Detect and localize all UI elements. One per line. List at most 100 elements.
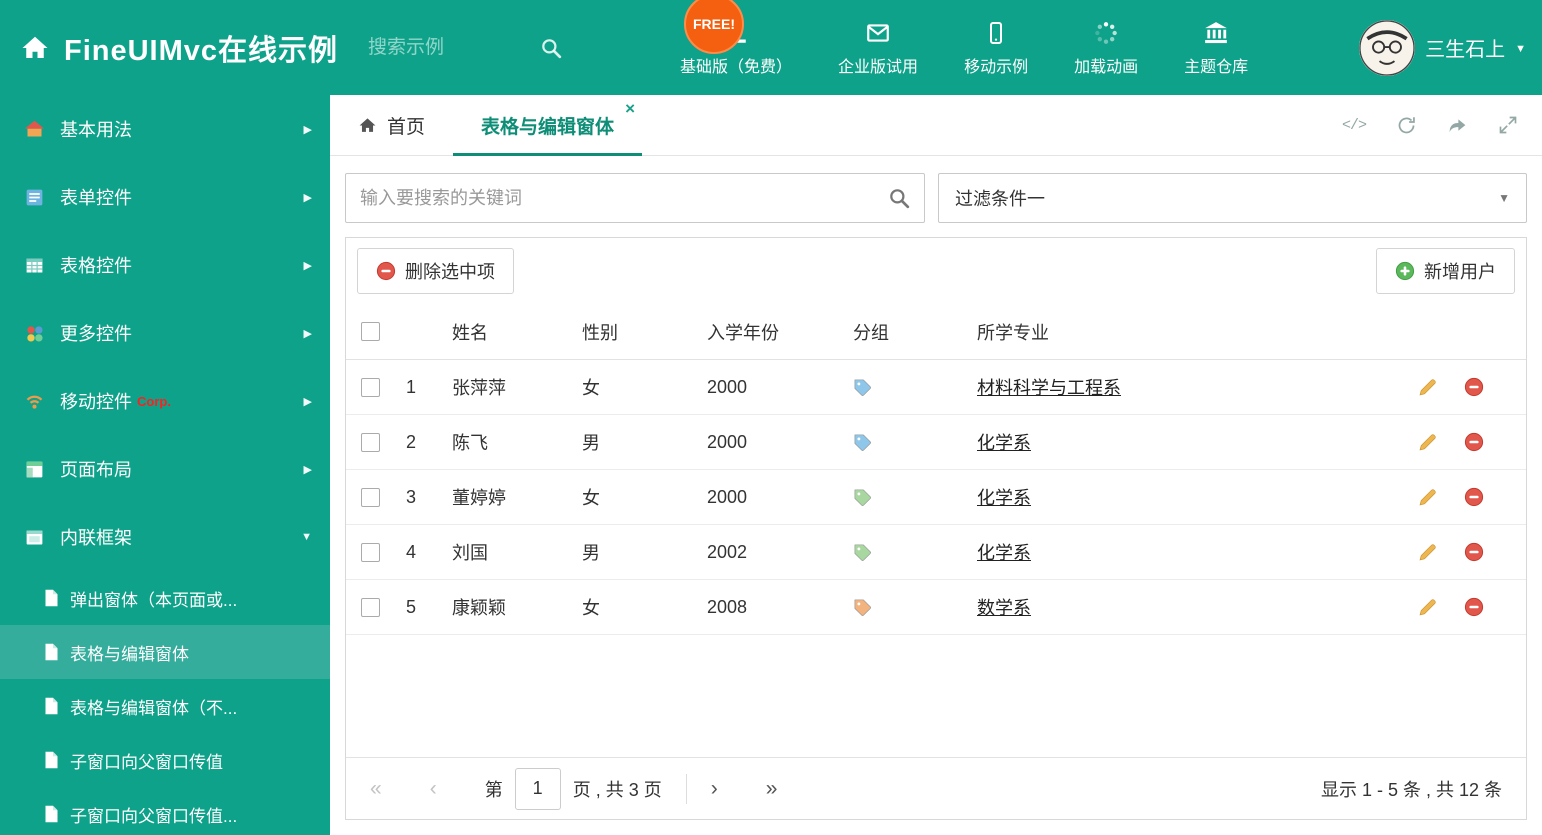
mobile-icon bbox=[24, 391, 52, 412]
chevron-right-icon: ▶ bbox=[303, 259, 312, 272]
chevron-right-icon: ▶ bbox=[303, 123, 312, 136]
sidebar-subitem-grid-edit-window[interactable]: 表格与编辑窗体 bbox=[0, 625, 330, 679]
delete-icon[interactable] bbox=[1464, 542, 1484, 562]
widgets-icon bbox=[24, 323, 52, 344]
sidebar-item-mobile-controls[interactable]: 移动控件 Corp. ▶ bbox=[0, 367, 330, 435]
page-prefix: 第 bbox=[484, 779, 503, 800]
sidebar-subitem-popup-window[interactable]: 弹出窗体（本页面或... bbox=[0, 571, 330, 625]
forward-icon[interactable] bbox=[1447, 115, 1468, 136]
delete-selected-button[interactable]: 删除选中项 bbox=[357, 248, 514, 294]
chevron-right-icon: ▶ bbox=[303, 463, 312, 476]
home-icon[interactable] bbox=[20, 33, 50, 63]
chevron-down-icon: ▼ bbox=[301, 531, 312, 543]
row-checkbox[interactable] bbox=[360, 542, 380, 562]
cell-gender: 男 bbox=[582, 543, 600, 563]
delete-icon[interactable] bbox=[1464, 432, 1484, 452]
cell-name: 陈飞 bbox=[452, 433, 488, 453]
chevron-right-icon: ▶ bbox=[303, 327, 312, 340]
col-header-major[interactable]: 所学专业 bbox=[977, 319, 1376, 345]
search-icon[interactable] bbox=[540, 37, 562, 59]
file-icon bbox=[44, 589, 59, 607]
sidebar-subitem-child-to-parent[interactable]: 子窗口向父窗口传值 bbox=[0, 733, 330, 787]
top-search[interactable] bbox=[368, 36, 580, 59]
sidebar-item-form-controls[interactable]: 表单控件 ▶ bbox=[0, 163, 330, 231]
major-link[interactable]: 材料科学与工程系 bbox=[977, 374, 1121, 400]
tab-grid-edit-window[interactable]: 表格与编辑窗体 × bbox=[453, 95, 643, 156]
col-header-group[interactable]: 分组 bbox=[847, 319, 977, 345]
keyword-search-input[interactable] bbox=[360, 187, 888, 209]
grid-toolbar: 删除选中项 新增用户 bbox=[346, 238, 1526, 304]
cell-name: 康颖颖 bbox=[452, 598, 506, 618]
major-link[interactable]: 化学系 bbox=[977, 484, 1031, 510]
chevron-right-icon: ▶ bbox=[303, 395, 312, 408]
sidebar-item-grid-controls[interactable]: 表格控件 ▶ bbox=[0, 231, 330, 299]
add-user-button[interactable]: 新增用户 bbox=[1376, 248, 1515, 294]
top-search-input[interactable] bbox=[368, 36, 541, 59]
close-icon[interactable]: × bbox=[625, 100, 635, 117]
spinner-icon bbox=[1093, 19, 1119, 46]
plus-circle-icon bbox=[1395, 261, 1415, 281]
refresh-icon[interactable] bbox=[1396, 115, 1417, 136]
edit-icon[interactable] bbox=[1418, 377, 1438, 397]
pager-divider bbox=[685, 773, 687, 804]
filter-dropdown[interactable]: 过滤条件一 ▼ bbox=[938, 173, 1527, 223]
user-name: 三生石上 bbox=[1425, 39, 1506, 61]
nav-enterprise-trial[interactable]: 企业版试用 bbox=[838, 19, 918, 77]
nav-theme-store[interactable]: 主题仓库 bbox=[1184, 19, 1248, 77]
prev-page-button[interactable]: ‹ bbox=[430, 778, 437, 799]
code-icon[interactable]: </> bbox=[1342, 117, 1367, 134]
col-header-year[interactable]: 入学年份 bbox=[707, 319, 847, 345]
file-icon bbox=[44, 697, 59, 715]
edit-icon[interactable] bbox=[1418, 432, 1438, 452]
edit-icon[interactable] bbox=[1418, 542, 1438, 562]
last-page-button[interactable]: » bbox=[766, 778, 778, 799]
row-number: 2 bbox=[406, 431, 417, 452]
filter-dropdown-value: 过滤条件一 bbox=[955, 189, 1045, 209]
row-checkbox[interactable] bbox=[360, 377, 380, 397]
nav-mobile-demo[interactable]: 移动示例 bbox=[964, 19, 1028, 77]
sidebar-item-more-controls[interactable]: 更多控件 ▶ bbox=[0, 299, 330, 367]
row-number: 4 bbox=[406, 541, 417, 562]
user-menu[interactable]: 三生石上 ▼ bbox=[1359, 19, 1526, 76]
edit-icon[interactable] bbox=[1418, 487, 1438, 507]
major-link[interactable]: 化学系 bbox=[977, 539, 1031, 565]
delete-icon[interactable] bbox=[1464, 487, 1484, 507]
major-link[interactable]: 数学系 bbox=[977, 594, 1031, 620]
row-checkbox[interactable] bbox=[360, 597, 380, 617]
first-page-button[interactable]: « bbox=[370, 778, 382, 799]
keyword-search-box bbox=[345, 173, 925, 223]
row-checkbox[interactable] bbox=[360, 432, 380, 452]
file-icon bbox=[44, 751, 59, 769]
tag-icon bbox=[854, 489, 871, 506]
sidebar-item-iframe[interactable]: 内联框架 ▼ bbox=[0, 503, 330, 571]
nav-loading-animation[interactable]: 加载动画 bbox=[1074, 19, 1138, 77]
row-checkbox[interactable] bbox=[360, 487, 380, 507]
search-icon[interactable] bbox=[888, 187, 910, 209]
major-link[interactable]: 化学系 bbox=[977, 429, 1031, 455]
edit-icon[interactable] bbox=[1418, 597, 1438, 617]
col-header-name[interactable]: 姓名 bbox=[452, 319, 582, 345]
sidebar-item-page-layout[interactable]: 页面布局 ▶ bbox=[0, 435, 330, 503]
tag-icon bbox=[854, 544, 871, 561]
sidebar-subitem-child-to-parent-2[interactable]: 子窗口向父窗口传值... bbox=[0, 787, 330, 835]
tab-home[interactable]: 首页 bbox=[330, 95, 453, 155]
delete-icon[interactable] bbox=[1464, 377, 1484, 397]
col-header-gender[interactable]: 性别 bbox=[582, 319, 707, 345]
record-summary: 显示 1 - 5 条 , 共 12 条 bbox=[1320, 779, 1502, 800]
next-page-button[interactable]: › bbox=[711, 778, 718, 799]
sidebar-subitem-grid-edit-window-2[interactable]: 表格与编辑窗体（不... bbox=[0, 679, 330, 733]
select-all-checkbox[interactable] bbox=[360, 322, 380, 341]
row-number: 5 bbox=[406, 596, 417, 617]
tag-icon bbox=[854, 599, 871, 616]
content: 过滤条件一 ▼ 删除选中项 新增用户 姓名 性别 bbox=[330, 156, 1542, 835]
table-row: 3 董婷婷 女 2000 化学系 bbox=[346, 470, 1526, 525]
phone-icon bbox=[984, 19, 1008, 46]
bank-icon bbox=[1202, 19, 1230, 46]
expand-icon[interactable] bbox=[1498, 115, 1518, 135]
sidebar-item-basic-usage[interactable]: 基本用法 ▶ bbox=[0, 95, 330, 163]
table-row: 2 陈飞 男 2000 化学系 bbox=[346, 415, 1526, 470]
page-input[interactable] bbox=[514, 767, 561, 810]
file-icon bbox=[44, 805, 59, 823]
tag-icon bbox=[854, 434, 871, 451]
delete-icon[interactable] bbox=[1464, 597, 1484, 617]
